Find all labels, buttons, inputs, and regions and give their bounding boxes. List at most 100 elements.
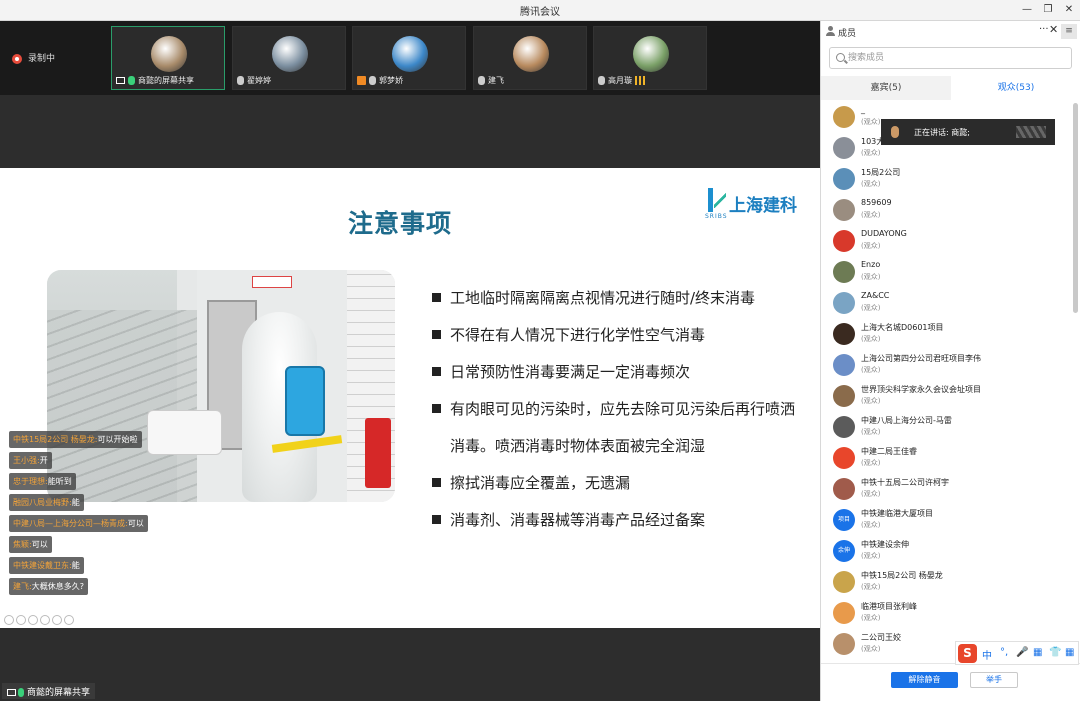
bullet-list: 工地临时隔离隔离点视情况进行随时/终末消毒 不得在有人情况下进行化学性空气消毒 … xyxy=(432,280,820,539)
tab-audience[interactable]: 观众(53) xyxy=(951,76,1080,100)
member-avatar xyxy=(833,633,855,655)
bullet-item: 工地临时隔离隔离点视情况进行随时/终末消毒 xyxy=(432,280,820,317)
speaker-mic-icon xyxy=(891,126,899,138)
bullet-square-icon xyxy=(432,293,441,302)
member-avatar: 项目 xyxy=(833,509,855,531)
chat-message: 忠于理想:能听到 xyxy=(9,473,76,490)
participant-name: 高月璇 xyxy=(608,76,632,85)
panel-menu-button[interactable]: ≡ xyxy=(1061,24,1077,39)
member-role: (观众) xyxy=(861,397,881,405)
participant-name: 商懿的屏幕共享 xyxy=(138,76,194,85)
speaking-indicator: 正在讲话: 商懿; xyxy=(881,119,1055,145)
member-row[interactable]: 中建八局上海分公司-马雷 (观众) xyxy=(821,413,1073,444)
bullet-text: 有肉眼可见的污染时，应先去除可见污染后再行喷洒 xyxy=(450,400,796,418)
member-row[interactable]: 15局2公司 (观众) xyxy=(821,165,1073,196)
bullet-square-icon xyxy=(432,515,441,524)
member-row[interactable]: Enzo (观众) xyxy=(821,258,1073,289)
participant-thumbnail[interactable]: 翟婷婷 xyxy=(232,26,346,90)
participant-name: 翟婷婷 xyxy=(247,76,271,85)
member-row[interactable]: 余伸 中铁建设余伸 (观众) xyxy=(821,537,1073,568)
member-avatar xyxy=(833,447,855,469)
mic-muted-icon xyxy=(237,76,244,85)
mic-on-icon xyxy=(18,688,24,697)
sogou-ime-logo-icon[interactable]: S xyxy=(958,644,977,663)
ime-chinese-mode[interactable]: 中 xyxy=(982,647,992,662)
member-row[interactable]: 世界顶尖科学家永久会议会址项目 (观众) xyxy=(821,382,1073,413)
participant-thumbnail[interactable]: 高月璇 xyxy=(593,26,707,90)
member-avatar xyxy=(833,602,855,624)
member-avatar xyxy=(833,199,855,221)
pen-icon[interactable] xyxy=(28,615,38,625)
member-row[interactable]: 859609 (观众) xyxy=(821,196,1073,227)
bullet-text-continued: 消毒。喷洒消毒时物体表面被完全润湿 xyxy=(450,437,706,455)
member-role: (观众) xyxy=(861,118,881,126)
participant-thumbnail[interactable]: 商懿的屏幕共享 xyxy=(111,26,225,90)
participant-label: 翟婷婷 xyxy=(237,75,271,86)
next-slide-icon[interactable] xyxy=(16,615,26,625)
chat-sender: 建飞: xyxy=(13,582,32,591)
close-panel-button[interactable]: ✕ xyxy=(1049,23,1058,36)
screen-share-label: 商懿的屏幕共享 xyxy=(2,683,96,699)
video-stage: 录制中 商懿的屏幕共享 翟婷婷 郭梦娇 建飞 高月璇 注意事项 上海建科 SRI… xyxy=(0,21,820,701)
recording-indicator: 录制中 xyxy=(12,51,55,64)
chat-message: 王小强:开 xyxy=(9,452,52,469)
member-name: 中铁建临港大厦项目 xyxy=(861,509,933,518)
photo-fire-extinguisher xyxy=(365,418,391,488)
tab-guests[interactable]: 嘉宾(5) xyxy=(821,76,951,100)
maximize-button[interactable]: ❐ xyxy=(1039,2,1057,18)
zoom-out-icon[interactable] xyxy=(52,615,62,625)
input-method-toolbar: S 中 °, 🎤 ▦ 👕 ▦ xyxy=(955,641,1079,665)
ime-punctuation-icon[interactable]: °, xyxy=(1000,647,1008,658)
logo-mark-icon xyxy=(705,188,727,212)
member-row[interactable]: 临港项目张利峰 (观众) xyxy=(821,599,1073,630)
bullet-square-icon xyxy=(432,367,441,376)
prev-slide-icon[interactable] xyxy=(4,615,14,625)
more-options-button[interactable]: ··· xyxy=(1039,24,1049,35)
ime-voice-icon[interactable]: 🎤 xyxy=(1016,647,1028,658)
chat-message: 融园八局业梅野:能 xyxy=(9,494,84,511)
more-icon[interactable] xyxy=(64,615,74,625)
member-list: _ (观众) 103大 (观众) 15局2公司 (观众) 859609 (观众) DUDAYON… xyxy=(821,103,1073,658)
member-avatar xyxy=(833,385,855,407)
signal-strength-icon xyxy=(635,76,645,85)
participant-thumbnail[interactable]: 建飞 xyxy=(473,26,587,90)
bullet-square-icon xyxy=(432,404,441,413)
chat-sender: 中建八局—上海分公司—杨青成: xyxy=(13,519,128,528)
chat-message: 建飞:大概休息多久? xyxy=(9,578,88,595)
participant-thumbnail[interactable]: 郭梦娇 xyxy=(352,26,466,90)
member-row[interactable]: 上海大名城D0601项目 (观众) xyxy=(821,320,1073,351)
bullet-text: 消毒剂、消毒器械等消毒产品经过备案 xyxy=(450,511,706,529)
member-row[interactable]: 中铁十五局二公司许柯宇 (观众) xyxy=(821,475,1073,506)
member-name: 临港项目张利峰 xyxy=(861,602,917,611)
photo-sprayer-tank xyxy=(285,366,325,436)
member-row[interactable]: 中建二局王佳睿 (观众) xyxy=(821,444,1073,475)
member-list-scrollbar[interactable] xyxy=(1073,103,1078,313)
mic-muted-icon xyxy=(478,76,485,85)
ime-skin-icon[interactable]: 👕 xyxy=(1049,647,1061,658)
chat-text: 可以 xyxy=(127,519,144,528)
speaker-video-thumbnail xyxy=(1016,126,1046,138)
member-row[interactable]: ZA&CC (观众) xyxy=(821,289,1073,320)
ime-toolbox-icon[interactable]: ▦ xyxy=(1065,647,1074,658)
zoom-in-icon[interactable] xyxy=(40,615,50,625)
member-row[interactable]: 项目 中铁建临港大厦项目 (观众) xyxy=(821,506,1073,537)
member-row[interactable]: 中铁15局2公司 杨晏龙 (观众) xyxy=(821,568,1073,599)
bullet-item: 擦拭消毒应全覆盖，无遗漏 xyxy=(432,465,820,502)
screen-share-icon xyxy=(116,77,125,84)
raise-hand-button[interactable]: 举手 xyxy=(970,672,1018,688)
member-row[interactable]: DUDAYONG (观众) xyxy=(821,227,1073,258)
share-label-text: 商懿的屏幕共享 xyxy=(27,688,91,698)
photo-sign xyxy=(252,276,292,288)
member-search-box[interactable] xyxy=(829,47,1072,69)
ime-keyboard-icon[interactable]: ▦ xyxy=(1033,647,1042,658)
unmute-button[interactable]: 解除静音 xyxy=(891,672,958,688)
member-avatar xyxy=(833,478,855,500)
participant-avatar xyxy=(513,36,549,72)
member-row[interactable]: 上海公司第四分公司君旺项目李伟 (观众) xyxy=(821,351,1073,382)
minimize-button[interactable]: — xyxy=(1018,2,1036,18)
mic-on-icon xyxy=(128,76,135,85)
member-search-input[interactable] xyxy=(848,50,1063,66)
bullet-text: 不得在有人情况下进行化学性空气消毒 xyxy=(450,326,706,344)
close-window-button[interactable]: ✕ xyxy=(1060,2,1078,18)
chat-text: 可以开始啦 xyxy=(97,435,138,444)
